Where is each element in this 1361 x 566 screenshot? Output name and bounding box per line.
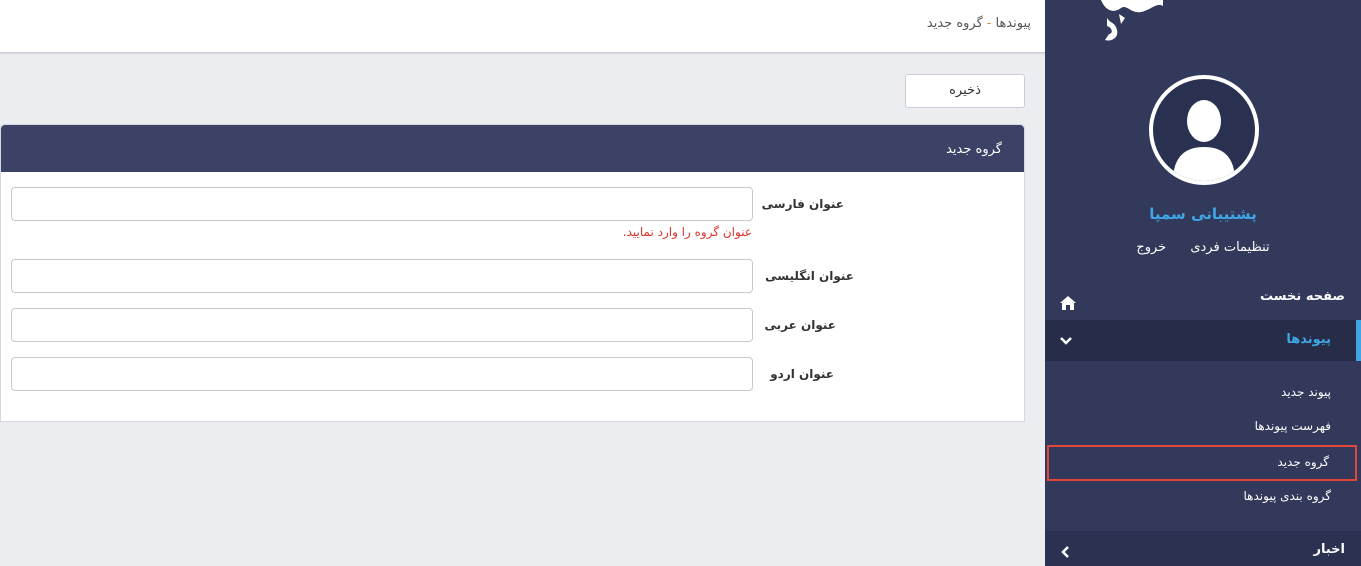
sidebar-item-label: اخبار (1313, 542, 1346, 557)
logo (1091, 0, 1181, 44)
save-button[interactable]: ذخیره (905, 74, 1025, 108)
chevron-down-icon (1060, 337, 1072, 345)
form-panel: گروه جدید عنوان فارسی عنوان گروه را وارد… (0, 124, 1025, 422)
english-title-label: عنوان انگلیسی (765, 269, 854, 283)
submenu-item-label: فهرست پیوندها (1254, 419, 1331, 433)
urdu-title-label: عنوان اردو (770, 367, 834, 381)
persian-title-input[interactable] (11, 187, 753, 221)
persian-title-error: عنوان گروه را وارد نمایید. (622, 225, 752, 239)
sidebar-item-home[interactable]: صفحه نخست (1045, 280, 1361, 316)
arabic-title-input[interactable] (11, 308, 753, 342)
submenu-item-label: گروه جدید (1277, 455, 1329, 469)
panel-header: گروه جدید (1, 125, 1024, 172)
submenu-item-links-list[interactable]: فهرست پیوندها (1045, 409, 1361, 445)
breadcrumb-parent[interactable]: پیوندها (995, 16, 1031, 31)
chevron-left-icon (1061, 546, 1069, 558)
panel-title: گروه جدید (946, 142, 1002, 157)
submenu-item-label: پیوند جدید (1281, 385, 1331, 399)
submenu-item-new-group[interactable]: گروه جدید (1047, 445, 1357, 481)
home-icon (1060, 296, 1076, 310)
breadcrumb: پیوندها-گروه جدید (927, 16, 1031, 31)
logout-link[interactable]: خروج (1136, 240, 1166, 255)
submenu-item-group-links[interactable]: گروه بندی پیوندها (1045, 479, 1361, 515)
persian-title-label: عنوان فارسی (761, 197, 844, 211)
sidebar-item-label: صفحه نخست (1260, 289, 1345, 304)
sidebar: پشتیبانی سمپا تنظیمات فردی خروج صفحه نخس… (1045, 0, 1361, 566)
urdu-title-input[interactable] (11, 357, 753, 391)
personal-settings-link[interactable]: تنظیمات فردی (1190, 240, 1269, 255)
sidebar-item-news[interactable]: اخبار (1045, 531, 1361, 566)
breadcrumb-separator: - (986, 16, 992, 31)
sidebar-item-label: پیوندها (1286, 332, 1331, 347)
breadcrumb-current: گروه جدید (926, 16, 983, 31)
user-name[interactable]: پشتیبانی سمپا (1045, 205, 1361, 223)
top-bar: پیوندها-گروه جدید (0, 0, 1045, 53)
user-silhouette-icon (1173, 100, 1235, 181)
arabic-title-label: عنوان عربی (764, 318, 836, 332)
submenu-item-label: گروه بندی پیوندها (1243, 489, 1331, 503)
user-links: تنظیمات فردی خروج (1045, 240, 1361, 255)
active-indicator (1356, 320, 1361, 361)
sidebar-item-links[interactable]: پیوندها (1045, 320, 1361, 361)
english-title-input[interactable] (11, 259, 753, 293)
avatar[interactable] (1149, 75, 1259, 185)
submenu-item-new-link[interactable]: پیوند جدید (1045, 375, 1361, 411)
